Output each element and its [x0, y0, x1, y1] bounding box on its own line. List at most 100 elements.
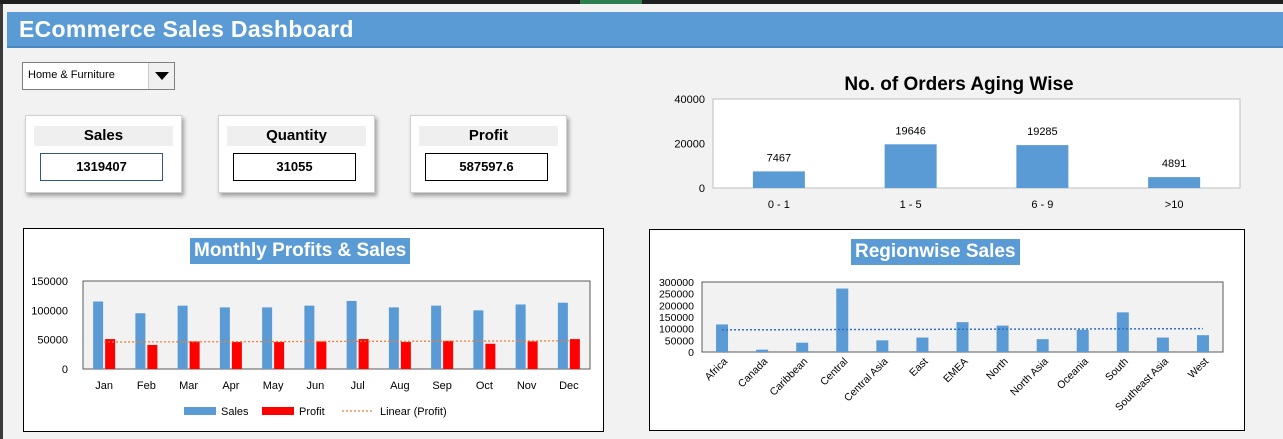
profit-bar — [527, 341, 538, 369]
data-label: 7467 — [767, 152, 791, 164]
region-bar — [756, 349, 769, 352]
x-tick-label: Oceania — [1055, 356, 1091, 392]
x-tick-label: May — [263, 380, 284, 392]
region-bar — [956, 322, 969, 352]
kpi-label: Profit — [419, 126, 558, 146]
x-tick-label: Mar — [179, 380, 198, 392]
y-tick-label: 200000 — [659, 300, 694, 312]
profit-bar — [485, 343, 496, 369]
region-bar — [1196, 335, 1209, 352]
region-bar — [1116, 312, 1129, 352]
x-tick-label: North Asia — [1008, 356, 1051, 399]
y-tick-label: 300000 — [659, 277, 694, 289]
kpi-value: 31055 — [233, 153, 356, 181]
region-chart-box[interactable]: Regionwise Sales 0 50000 100000 150000 20000… — [649, 229, 1245, 431]
x-tick-label: 1 - 5 — [900, 199, 922, 211]
region-bar — [876, 340, 889, 352]
legend-swatch-profit — [262, 407, 294, 415]
x-tick-label: Nov — [517, 380, 537, 392]
data-label: 4891 — [1162, 158, 1186, 170]
orders-aging-chart[interactable]: No. of Orders Aging Wise 0 20000 40000 7467… — [650, 66, 1260, 216]
aging-bar — [752, 171, 805, 188]
aging-bar — [1016, 145, 1069, 188]
y-tick-label: 0 — [62, 364, 68, 376]
category-filter-dropdown[interactable]: Home & Furniture — [22, 62, 175, 90]
region-bar — [1036, 339, 1049, 352]
y-tick-label: 250000 — [659, 289, 694, 301]
x-tick-label: 0 - 1 — [768, 199, 790, 211]
x-tick-label: 6 - 9 — [1031, 199, 1053, 211]
kpi-value: 587597.6 — [425, 153, 548, 181]
x-tick-label: West — [1186, 356, 1211, 381]
monthly-chart-box[interactable]: Monthly Profits & Sales 0 50000 100000 1500… — [23, 228, 604, 432]
kpi-card-sales: Sales 1319407 — [25, 115, 182, 193]
sales-bar — [219, 307, 230, 369]
x-tick-label: Canada — [736, 356, 771, 391]
y-tick-label: 50000 — [37, 335, 68, 347]
dashboard-title: ECommerce Sales Dashboard — [19, 16, 354, 42]
profit-bar — [316, 341, 327, 369]
data-label: 19646 — [895, 125, 926, 137]
x-tick-label: Dec — [559, 380, 579, 392]
kpi-card-quantity: Quantity 31055 — [218, 115, 375, 193]
chevron-down-icon — [155, 72, 169, 80]
y-tick-label: 150000 — [31, 276, 68, 288]
sales-bar — [557, 302, 568, 369]
kpi-label: Quantity — [227, 126, 366, 146]
sales-bar — [431, 305, 442, 369]
kpi-value: 1319407 — [40, 153, 163, 181]
y-tick-label: 50000 — [665, 335, 694, 347]
x-tick-label: Africa — [703, 356, 731, 384]
profit-bar — [147, 344, 158, 369]
y-tick-label: 40000 — [674, 94, 705, 106]
x-tick-label: Aug — [390, 380, 410, 392]
region-bar — [836, 288, 849, 352]
region-bar — [796, 342, 809, 352]
profit-bar — [400, 342, 411, 369]
sales-bar — [346, 300, 357, 369]
region-bar — [1076, 329, 1089, 352]
x-tick-label: Sep — [432, 380, 452, 392]
sales-bar — [515, 304, 526, 369]
chart-title: No. of Orders Aging Wise — [844, 74, 1073, 95]
plot-area — [82, 280, 591, 370]
x-tick-label: East — [907, 356, 930, 379]
legend-label: Profit — [299, 406, 325, 418]
y-tick-label: 100000 — [659, 324, 694, 336]
x-tick-label: Jan — [95, 380, 113, 392]
data-label: 19285 — [1027, 126, 1058, 138]
kpi-card-profit: Profit 587597.6 — [410, 115, 567, 193]
sales-bar — [135, 313, 146, 369]
window-left-edge — [0, 4, 3, 439]
spreadsheet-column-strip — [0, 0, 1283, 4]
x-tick-label: Feb — [137, 380, 156, 392]
aging-bar — [1148, 177, 1201, 188]
profit-bar — [231, 342, 242, 369]
y-tick-label: 0 — [699, 183, 705, 195]
y-tick-label: 100000 — [31, 305, 68, 317]
region-bar — [716, 324, 729, 352]
kpi-label: Sales — [34, 126, 173, 146]
aging-bar — [884, 144, 937, 188]
dashboard-header: ECommerce Sales Dashboard — [7, 12, 1283, 48]
x-tick-label: Central — [818, 356, 850, 388]
sales-bar — [388, 307, 399, 369]
region-bar — [1156, 337, 1169, 352]
x-tick-label: Apr — [222, 380, 239, 392]
sales-bar — [177, 305, 188, 369]
category-filter-button[interactable] — [148, 63, 174, 89]
profit-bar — [443, 340, 454, 369]
region-bar — [916, 337, 929, 352]
legend-label: Linear (Profit) — [380, 406, 447, 418]
legend-label: Sales — [221, 406, 249, 418]
profit-bar — [105, 339, 116, 369]
sales-bar — [473, 310, 484, 369]
sales-bar — [262, 307, 273, 369]
legend-swatch-sales — [184, 407, 216, 415]
y-tick-label: 150000 — [659, 312, 694, 324]
x-tick-label: North — [984, 356, 1011, 383]
x-tick-label: South — [1103, 356, 1131, 384]
sales-bar — [304, 305, 315, 369]
profit-bar — [569, 339, 580, 369]
x-tick-label: EMEA — [941, 356, 971, 386]
